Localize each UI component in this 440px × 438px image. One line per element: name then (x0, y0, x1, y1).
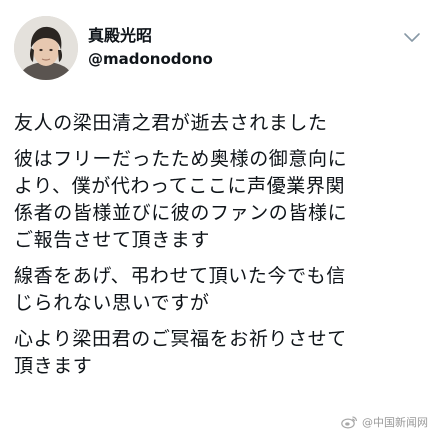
author-handle[interactable]: @madonodono (88, 49, 213, 69)
watermark-text: @中国新闻网 (362, 416, 428, 429)
weibo-icon (341, 416, 358, 429)
tweet-paragraph-4: 心より梁田君のご冥福をお祈りさせて 頂きます (14, 328, 347, 377)
author-names: 真殿光昭 @madonodono (88, 26, 213, 69)
tweet-paragraph-2: 彼はフリーだったため奥様の御意向に より、僕が代わってここに声優業界関 係者の皆… (14, 148, 348, 251)
tweet-paragraph-1: 友人の梁田清之君が逝去されました (14, 112, 328, 134)
avatar[interactable] (14, 16, 78, 80)
tweet-card: 真殿光昭 @madonodono 友人の梁田清之君が逝去されました 彼はフリーだ… (0, 0, 440, 438)
tweet-header: 真殿光昭 @madonodono (14, 12, 426, 82)
watermark: @中国新闻网 (341, 413, 428, 431)
avatar-photo (14, 16, 78, 80)
more-options-button[interactable] (400, 30, 424, 44)
tweet-text: 友人の梁田清之君が逝去されました 彼はフリーだったため奥様の御意向に より、僕が… (14, 110, 428, 389)
author-display-name[interactable]: 真殿光昭 (88, 26, 213, 46)
tweet-paragraph-3: 線香をあげ、弔わせて頂いた今でも信 じられない思いですが (14, 265, 346, 314)
chevron-down-icon (404, 33, 420, 42)
